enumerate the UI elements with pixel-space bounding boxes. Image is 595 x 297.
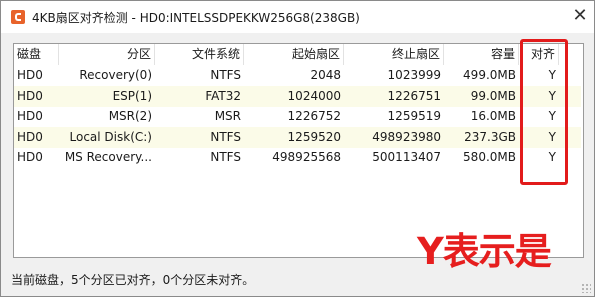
aligned-column-highlight xyxy=(520,39,568,185)
cell-start-sector: 1226752 xyxy=(287,109,341,123)
cell-capacity: 16.0MB xyxy=(470,109,516,123)
title-bar: 4KB扇区对齐检测 - HD0:INTELSSDPEKKW256G8(238GB… xyxy=(1,1,594,33)
table-row[interactable]: HD0 ESP(1) FAT32 1024000 1226751 99.0MB Y xyxy=(14,85,581,107)
col-header-partition[interactable]: 分区 xyxy=(59,44,155,65)
cell-disk: HD0 xyxy=(17,129,43,144)
cell-capacity: 499.0MB xyxy=(463,68,516,82)
table-row[interactable]: HD0 Local Disk(C:) NTFS 1259520 498923980 237… xyxy=(14,126,581,148)
cell-filesystem: FAT32 xyxy=(205,88,241,103)
table-row[interactable]: HD0 Recovery(0) NTFS 2048 1023999 499.0MB Y xyxy=(14,65,581,86)
col-header-start-sector[interactable]: 起始扇区 xyxy=(244,44,344,65)
cell-filesystem: NTFS xyxy=(210,150,241,164)
cell-start-sector: 498925568 xyxy=(272,150,341,164)
window-title: 4KB扇区对齐检测 - HD0:INTELSSDPEKKW256G8(238GB… xyxy=(32,11,360,25)
cell-disk: HD0 xyxy=(17,88,43,103)
table-row[interactable]: HD0 MS Recovery... NTFS 498925568 500113407 5… xyxy=(14,147,581,168)
cell-start-sector: 1259520 xyxy=(287,129,341,144)
table-header: 磁盘 分区 文件系统 起始扇区 终止扇区 容量 对齐 xyxy=(14,44,581,65)
cell-end-sector: 1259519 xyxy=(387,109,441,123)
col-header-end-sector[interactable]: 终止扇区 xyxy=(344,44,444,65)
cell-capacity: 99.0MB xyxy=(470,88,516,103)
cell-end-sector: 500113407 xyxy=(372,150,441,164)
status-bar-text: 当前磁盘，5个分区已对齐，0个分区未对齐。 xyxy=(11,273,255,287)
cell-disk: HD0 xyxy=(17,68,43,82)
cell-disk: HD0 xyxy=(17,150,43,164)
cell-partition: MS Recovery... xyxy=(64,150,152,164)
cell-start-sector: 2048 xyxy=(310,68,341,82)
cell-filesystem: NTFS xyxy=(210,129,241,144)
resize-grip-icon[interactable] xyxy=(581,283,591,293)
cell-capacity: 580.0MB xyxy=(463,150,516,164)
table-row[interactable]: HD0 MSR(2) MSR 1226752 1259519 16.0MB Y xyxy=(14,106,581,127)
annotation-label: Y表示是 xyxy=(417,230,552,273)
cell-partition: Recovery(0) xyxy=(79,68,152,82)
col-header-filesystem[interactable]: 文件系统 xyxy=(155,44,244,65)
app-window: 4KB扇区对齐检测 - HD0:INTELSSDPEKKW256G8(238GB… xyxy=(0,0,595,297)
cell-disk: HD0 xyxy=(17,109,43,123)
cell-partition: ESP(1) xyxy=(112,88,152,103)
col-header-capacity[interactable]: 容量 xyxy=(444,44,519,65)
cell-partition: MSR(2) xyxy=(108,109,152,123)
cell-capacity: 237.3GB xyxy=(464,129,516,144)
cell-filesystem: NTFS xyxy=(210,68,241,82)
col-header-disk[interactable]: 磁盘 xyxy=(14,44,59,65)
app-logo-icon xyxy=(11,10,25,24)
cell-end-sector: 498923980 xyxy=(372,129,441,144)
close-icon[interactable]: ✕ xyxy=(567,3,593,29)
cell-partition: Local Disk(C:) xyxy=(69,129,152,144)
cell-filesystem: MSR xyxy=(214,109,241,123)
cell-end-sector: 1226751 xyxy=(387,88,441,103)
cell-end-sector: 1023999 xyxy=(387,68,441,82)
cell-start-sector: 1024000 xyxy=(287,88,341,103)
